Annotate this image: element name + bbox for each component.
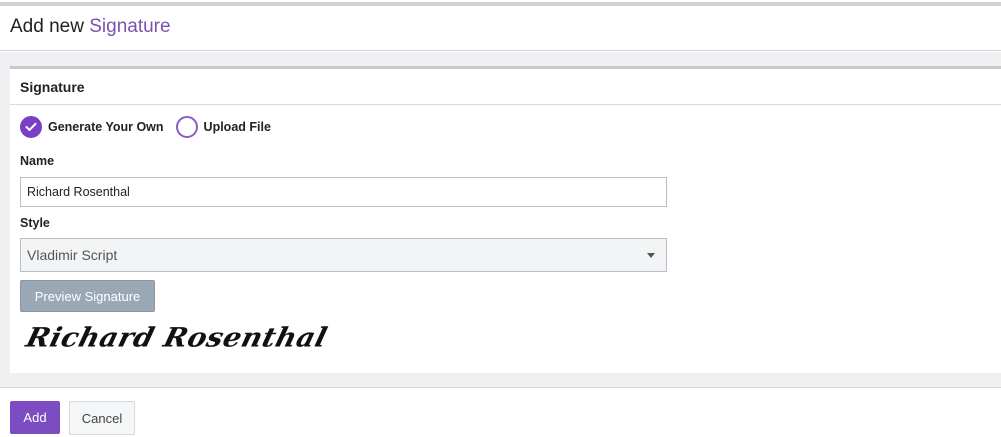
panel-title: Signature — [20, 79, 85, 95]
name-label: Name — [20, 154, 55, 168]
form-footer: Add Cancel — [0, 389, 1001, 437]
signature-panel: Signature Generate Your Own Upload File … — [10, 66, 1001, 373]
style-label: Style — [20, 216, 50, 230]
form-body: Signature Generate Your Own Upload File … — [0, 52, 1001, 388]
page-header: Add new Signature — [0, 6, 1001, 51]
radio-generate-your-own[interactable]: Generate Your Own — [20, 116, 164, 138]
radio-upload-file[interactable]: Upload File — [175, 116, 271, 138]
add-signature-page: Add new Signature Signature Generate You… — [0, 0, 1001, 437]
page-title-prefix: Add new — [10, 16, 84, 37]
caret-down-icon — [647, 252, 655, 258]
style-select-value: Vladimir Script — [27, 247, 118, 263]
page-title-accent: Signature — [89, 16, 171, 37]
name-input[interactable] — [20, 177, 667, 207]
radio-upload-label: Upload File — [203, 120, 271, 134]
preview-signature-button[interactable]: Preview Signature — [20, 280, 155, 312]
panel-header: Signature — [10, 69, 1001, 105]
radio-unchecked-indicator[interactable] — [175, 116, 198, 138]
page-title: Add new Signature — [10, 16, 171, 38]
check-icon — [25, 122, 37, 131]
signature-preview: Richard Rosenthal — [22, 322, 331, 354]
signature-source-radio-group: Generate Your Own Upload File — [20, 115, 283, 139]
radio-checked-indicator[interactable] — [20, 116, 42, 138]
radio-generate-label: Generate Your Own — [48, 120, 164, 134]
cancel-button[interactable]: Cancel — [69, 401, 135, 435]
style-select[interactable]: Vladimir Script — [20, 238, 667, 272]
add-button[interactable]: Add — [10, 401, 60, 434]
